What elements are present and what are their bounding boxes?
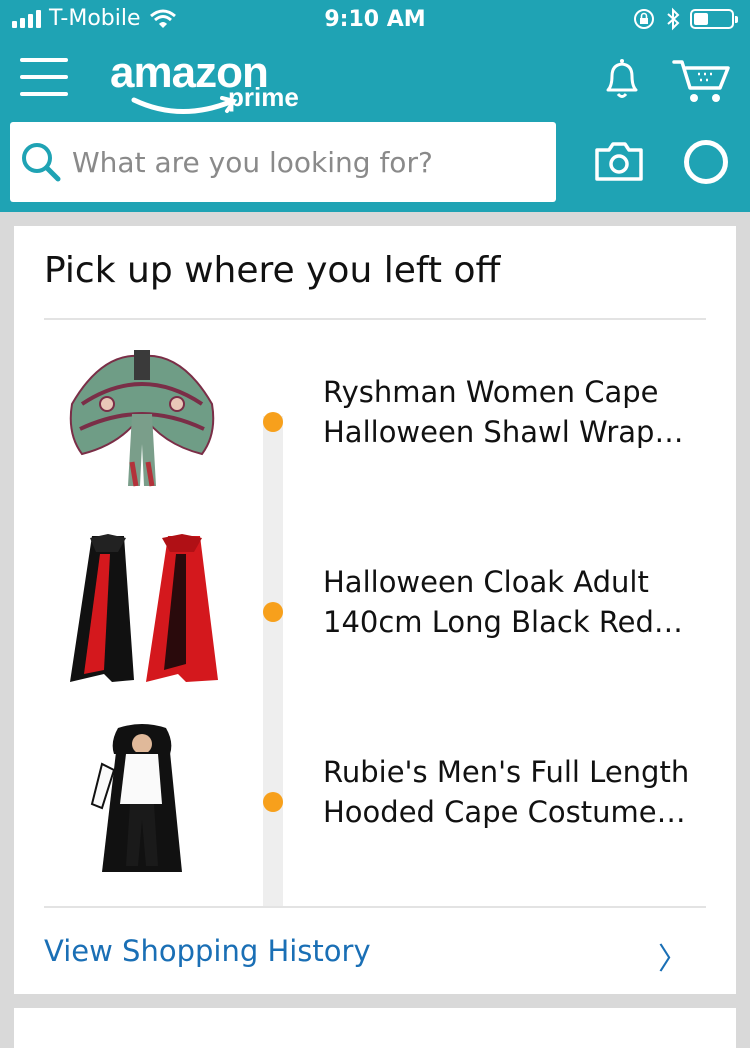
alexa-voice-icon[interactable] [684, 140, 728, 184]
card-divider-top [44, 318, 706, 320]
next-card [14, 1008, 736, 1048]
timeline-dot [263, 412, 283, 432]
status-right [632, 7, 738, 31]
bluetooth-icon [667, 7, 680, 31]
item-title: Halloween Cloak Adult 140cm Long Black R… [323, 562, 703, 642]
logo-prime-text: prime [228, 82, 299, 112]
cart-icon[interactable] [672, 56, 732, 106]
search-icon [22, 143, 61, 182]
pick-up-card: Pick up where you left off Ryshman Women… [14, 226, 736, 994]
app-header: amazon prime [0, 42, 750, 212]
rotation-lock-icon [634, 9, 654, 29]
item-title-line1: Rubie's Men's Full Length [323, 755, 690, 789]
chevron-right-icon: 〉 [658, 942, 688, 977]
status-bar: T-Mobile 9:10 AM [0, 0, 750, 42]
smile-arrow-icon [131, 96, 238, 115]
search-bar[interactable] [10, 122, 556, 202]
card-divider-bottom [44, 906, 706, 908]
item-title-line2: Halloween Shawl Wrap… [323, 415, 684, 449]
item-title: Rubie's Men's Full Length Hooded Cape Co… [323, 752, 703, 832]
butterfly-cape-icon [69, 350, 215, 487]
item-title-line2: 140cm Long Black Red… [323, 605, 683, 639]
list-item[interactable]: Rubie's Men's Full Length Hooded Cape Co… [14, 712, 736, 882]
list-item[interactable]: Halloween Cloak Adult 140cm Long Black R… [14, 522, 736, 692]
menu-icon[interactable] [20, 56, 68, 98]
notifications-bell-icon[interactable] [600, 56, 644, 102]
hooded-cape-man-icon [90, 724, 182, 872]
item-title: Ryshman Women Cape Halloween Shawl Wrap… [323, 372, 703, 452]
amazon-prime-logo[interactable]: amazon prime [110, 48, 320, 118]
list-item[interactable]: Ryshman Women Cape Halloween Shawl Wrap… [14, 332, 736, 502]
item-title-line2: Hooded Cape Costume… [323, 795, 686, 829]
red-black-cloaks-icon [70, 534, 218, 682]
item-title-line1: Halloween Cloak Adult [323, 565, 649, 599]
view-shopping-history-link[interactable]: View Shopping History 〉 [44, 926, 706, 982]
history-link-label: View Shopping History [44, 934, 371, 968]
item-title-line1: Ryshman Women Cape [323, 375, 659, 409]
camera-icon[interactable] [594, 142, 644, 182]
timeline-dot [263, 792, 283, 812]
card-title: Pick up where you left off [44, 250, 501, 291]
timeline-dot [263, 602, 283, 622]
search-input[interactable] [70, 144, 544, 180]
battery-icon [690, 9, 738, 29]
